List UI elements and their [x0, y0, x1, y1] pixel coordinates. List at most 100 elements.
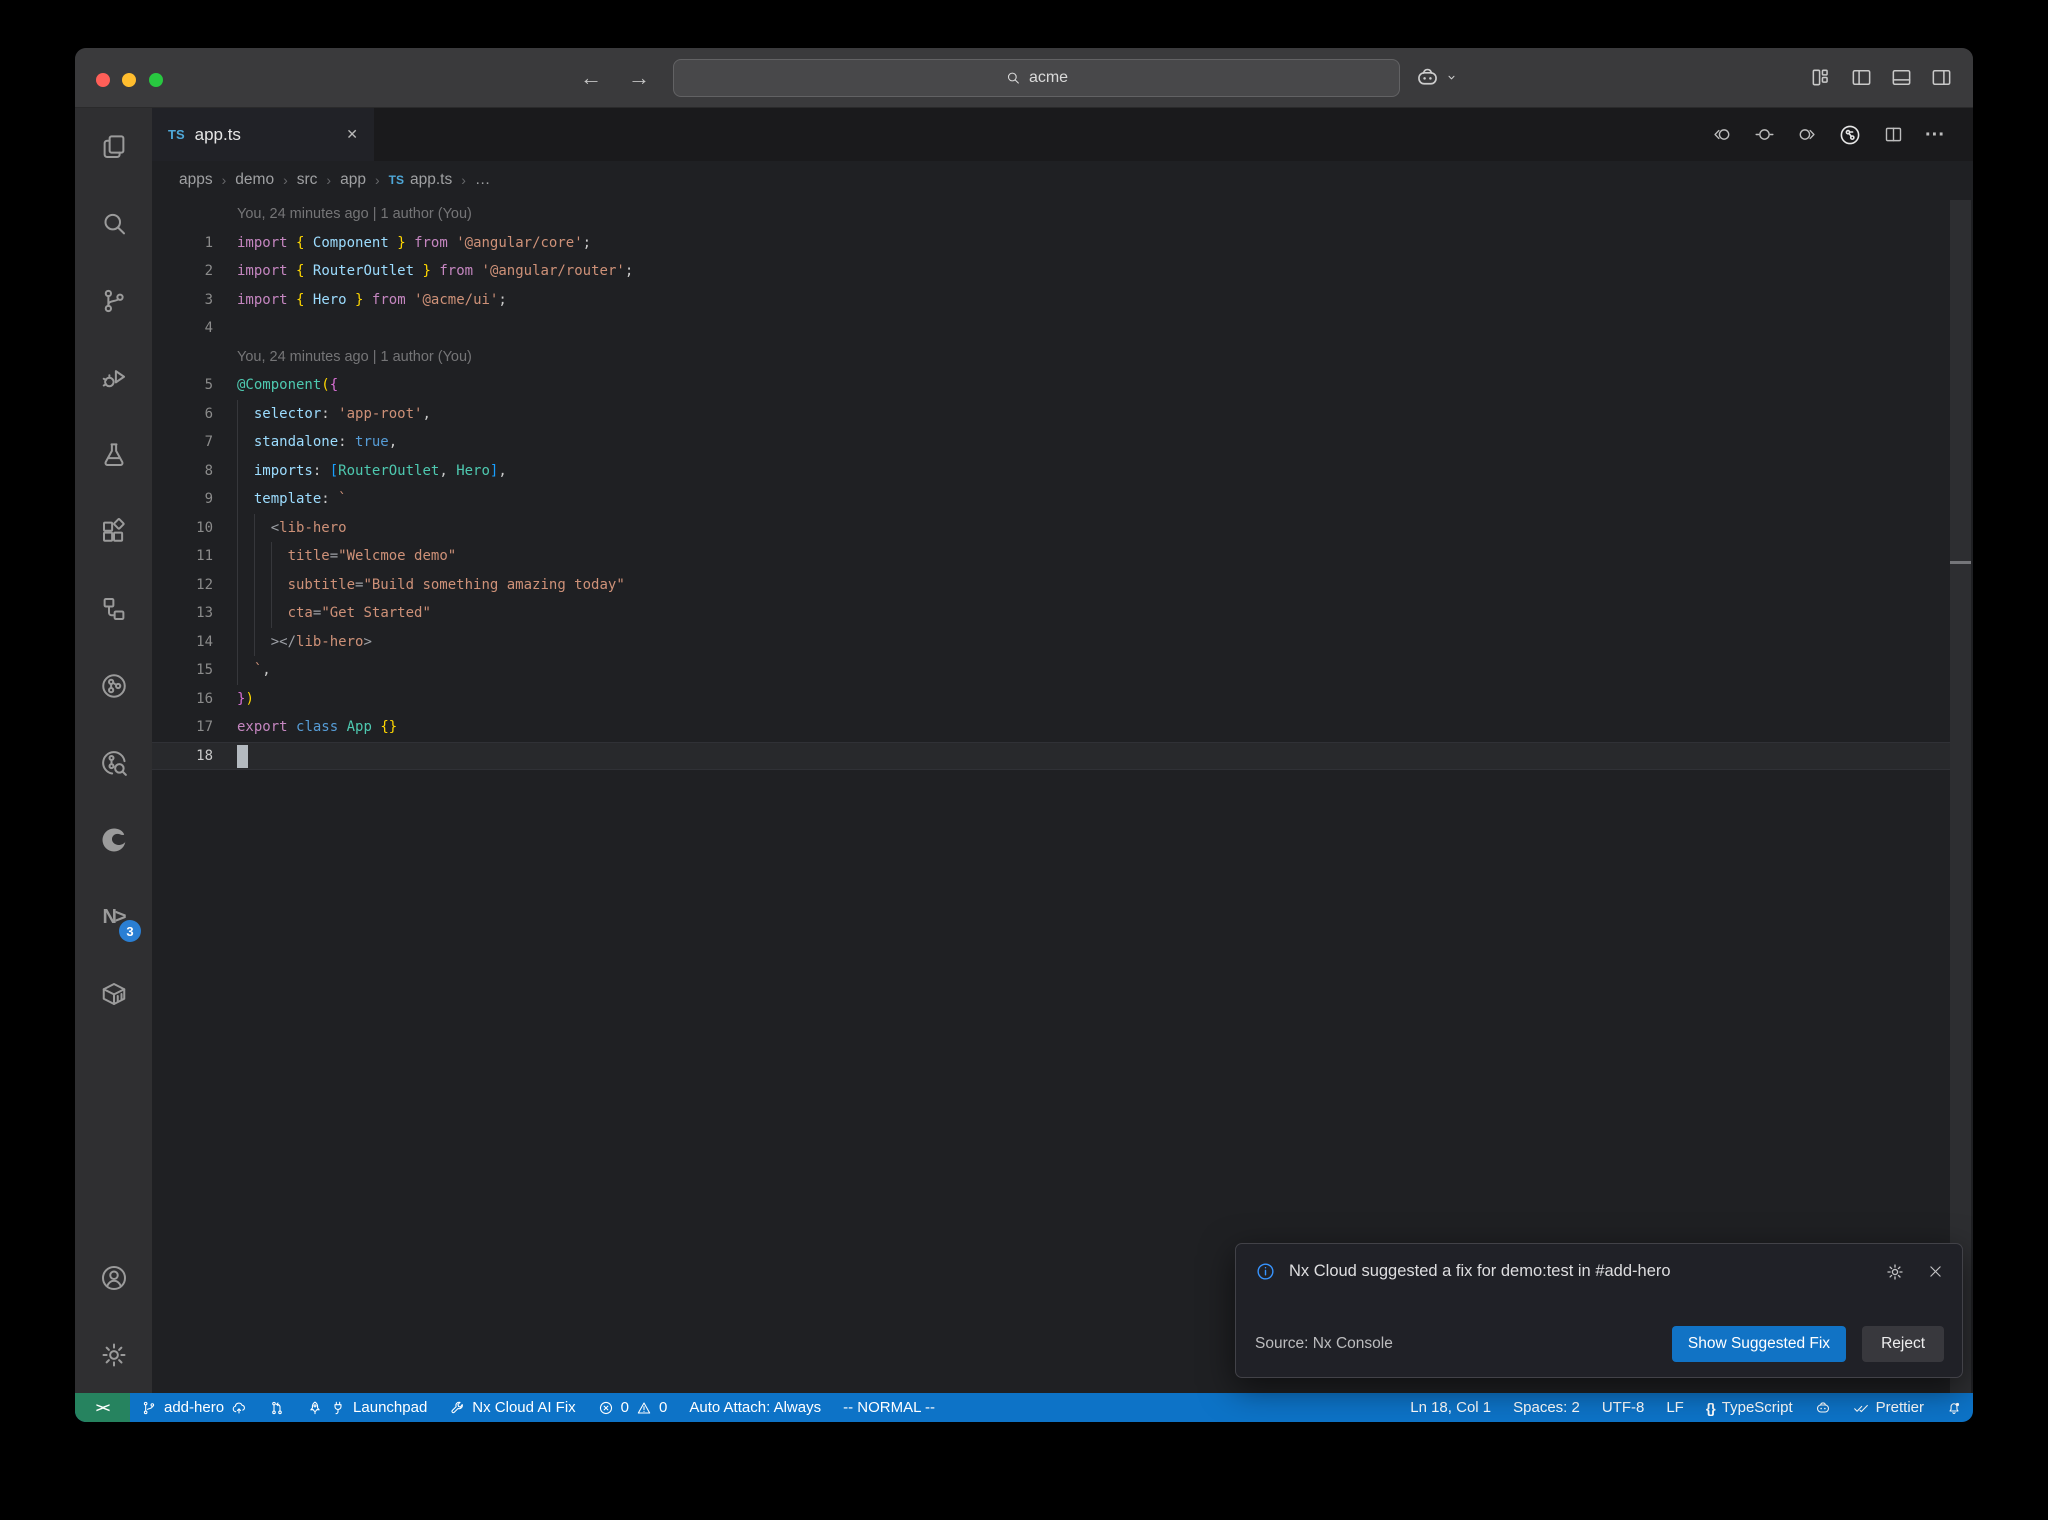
code-line-10[interactable]: 10 <lib-hero [152, 513, 1950, 542]
status-encoding[interactable]: UTF-8 [1591, 1393, 1656, 1422]
toggle-primary-sidebar-button[interactable] [1850, 66, 1873, 89]
code-line-3[interactable]: 3 import { Hero } from '@acme/ui'; [152, 286, 1950, 315]
status-label: LF [1666, 1399, 1684, 1416]
status-eol[interactable]: LF [1655, 1393, 1695, 1422]
bell-icon [1946, 1400, 1962, 1416]
activity-item-testing[interactable] [75, 416, 152, 493]
code-line-4[interactable]: 4 [152, 314, 1950, 343]
code-text: }) [237, 690, 254, 707]
toggle-panel-button[interactable] [1890, 66, 1913, 89]
status-problems[interactable]: 00 [587, 1393, 679, 1422]
code-line-14[interactable]: 14 ></lib-hero> [152, 627, 1950, 656]
show-suggested-fix-button[interactable]: Show Suggested Fix [1671, 1326, 1847, 1362]
code-line-16[interactable]: 16}) [152, 685, 1950, 714]
debug-icon [99, 363, 129, 393]
activity-item-explorer[interactable] [75, 108, 152, 185]
notification-close-icon[interactable] [1927, 1263, 1944, 1280]
activity-item-gitlens-inspect[interactable] [75, 724, 152, 801]
tab-close-icon[interactable]: ✕ [346, 126, 358, 143]
status-nx-cloud-ai-fix[interactable]: Nx Cloud AI Fix [438, 1393, 586, 1422]
code-line-7[interactable]: 7 standalone: true, [152, 428, 1950, 457]
status-launchpad[interactable]: Launchpad [296, 1393, 438, 1422]
line-number: 3 [204, 291, 213, 308]
status-vim-mode[interactable]: -- NORMAL -- [832, 1393, 946, 1422]
extensions-icon [99, 517, 129, 547]
code-line-12[interactable]: 12 subtitle="Build something amazing tod… [152, 570, 1950, 599]
breadcrumb-item[interactable]: app [340, 171, 366, 189]
code-line-5[interactable]: 5 @Component({ [152, 371, 1950, 400]
zoom-window-button[interactable] [149, 73, 163, 87]
code-line-1[interactable]: 1 import { Component } from '@angular/cor… [152, 229, 1950, 258]
code-line-18[interactable]: 18 [152, 741, 1950, 770]
code-text: template: ` [253, 491, 347, 507]
edge-icon [99, 825, 129, 855]
history-forward-button[interactable]: → [628, 65, 650, 91]
code-line-11[interactable]: 11 title="Welcmoe demo" [152, 542, 1950, 571]
activity-item-containers[interactable] [75, 955, 152, 1032]
status-git-branch[interactable]: add-hero [130, 1393, 258, 1422]
minimize-window-button[interactable] [122, 73, 136, 87]
activity-item-project-hierarchy[interactable] [75, 570, 152, 647]
reject-button[interactable]: Reject [1862, 1326, 1944, 1362]
code-line-6[interactable]: 6 selector: 'app-root', [152, 399, 1950, 428]
breadcrumb-item[interactable]: demo [235, 171, 274, 189]
activity-item-accounts[interactable] [75, 1239, 152, 1316]
status-cursor-position[interactable]: Ln 18, Col 1 [1399, 1393, 1502, 1422]
line-number: 17 [196, 719, 213, 735]
close-window-button[interactable] [96, 73, 110, 87]
status-language-mode[interactable]: {} TypeScript [1695, 1393, 1804, 1422]
line-number: 11 [196, 548, 213, 564]
status-remote-indicator[interactable]: >< [75, 1393, 130, 1422]
status-copilot-status[interactable] [1804, 1393, 1842, 1422]
status-notifications-bell[interactable] [1935, 1393, 1973, 1422]
activity-item-edge-tools[interactable] [75, 801, 152, 878]
breadcrumb-item[interactable]: TS app.ts [389, 171, 453, 189]
code-line-8[interactable]: 8 imports: [RouterOutlet, Hero], [152, 456, 1950, 485]
search-icon [1005, 70, 1021, 86]
notification-settings-gear-icon[interactable] [1885, 1262, 1905, 1282]
line-number: 14 [196, 633, 213, 650]
activity-item-run-and-debug[interactable] [75, 339, 152, 416]
activity-item-extensions[interactable] [75, 493, 152, 570]
nx-actions-button[interactable] [1838, 123, 1862, 147]
activity-item-gitlens[interactable] [75, 647, 152, 724]
breadcrumb-item[interactable]: … [475, 171, 491, 189]
line-number: 18 [196, 747, 213, 764]
tab-app-ts[interactable]: TS app.ts ✕ [152, 108, 374, 161]
status-auto-attach[interactable]: Auto Attach: Always [678, 1393, 832, 1422]
navigate-back-button[interactable] [1712, 124, 1733, 145]
code-line-9[interactable]: 9 template: ` [152, 485, 1950, 514]
status-bar-right: Ln 18, Col 1 Spaces: 2 UTF-8 LF {} TypeScript… [1399, 1393, 1973, 1422]
command-center-search[interactable]: acme [673, 59, 1400, 97]
pr-icon [269, 1400, 285, 1416]
status-pull-request[interactable] [258, 1393, 296, 1422]
activity-item-search[interactable] [75, 185, 152, 262]
layout-right-icon [1930, 66, 1953, 89]
code-text: cta="Get Started" [287, 605, 431, 621]
breadcrumb-item[interactable]: apps [179, 171, 213, 189]
status-prettier[interactable]: Prettier [1842, 1393, 1935, 1422]
customize-layout-button[interactable] [1810, 66, 1833, 89]
status-indentation[interactable]: Spaces: 2 [1502, 1393, 1591, 1422]
navigate-forward-button[interactable] [1796, 124, 1817, 145]
code-line-13[interactable]: 13 cta="Get Started" [152, 599, 1950, 628]
breadcrumb-item[interactable]: src [297, 171, 318, 189]
notification-toast: Nx Cloud suggested a fix for demo:test i… [1235, 1243, 1963, 1378]
copilot-menu[interactable] [1415, 48, 1459, 107]
code-line-17[interactable]: 17 export class App {} [152, 713, 1950, 742]
current-position-button[interactable] [1754, 124, 1775, 145]
code-line-15[interactable]: 15 `, [152, 656, 1950, 685]
editor-scrollbar[interactable] [1950, 200, 1971, 1393]
tab-label: app.ts [194, 124, 241, 144]
scm-icon [99, 286, 129, 316]
code-text: standalone: true, [253, 434, 398, 450]
more-actions-button[interactable]: ··· [1925, 125, 1945, 145]
code-line-2[interactable]: 2 import { RouterOutlet } from '@angular/… [152, 257, 1950, 286]
activity-item-nx-console[interactable]: N> 3 [75, 878, 152, 955]
code-area[interactable]: You, 24 minutes ago | 1 author (You) 1 imp… [152, 200, 1973, 1393]
split-editor-button[interactable] [1883, 124, 1904, 145]
history-back-button[interactable]: ← [580, 65, 602, 91]
activity-item-source-control[interactable] [75, 262, 152, 339]
activity-item-manage-settings[interactable] [75, 1316, 152, 1393]
toggle-secondary-sidebar-button[interactable] [1930, 66, 1953, 89]
